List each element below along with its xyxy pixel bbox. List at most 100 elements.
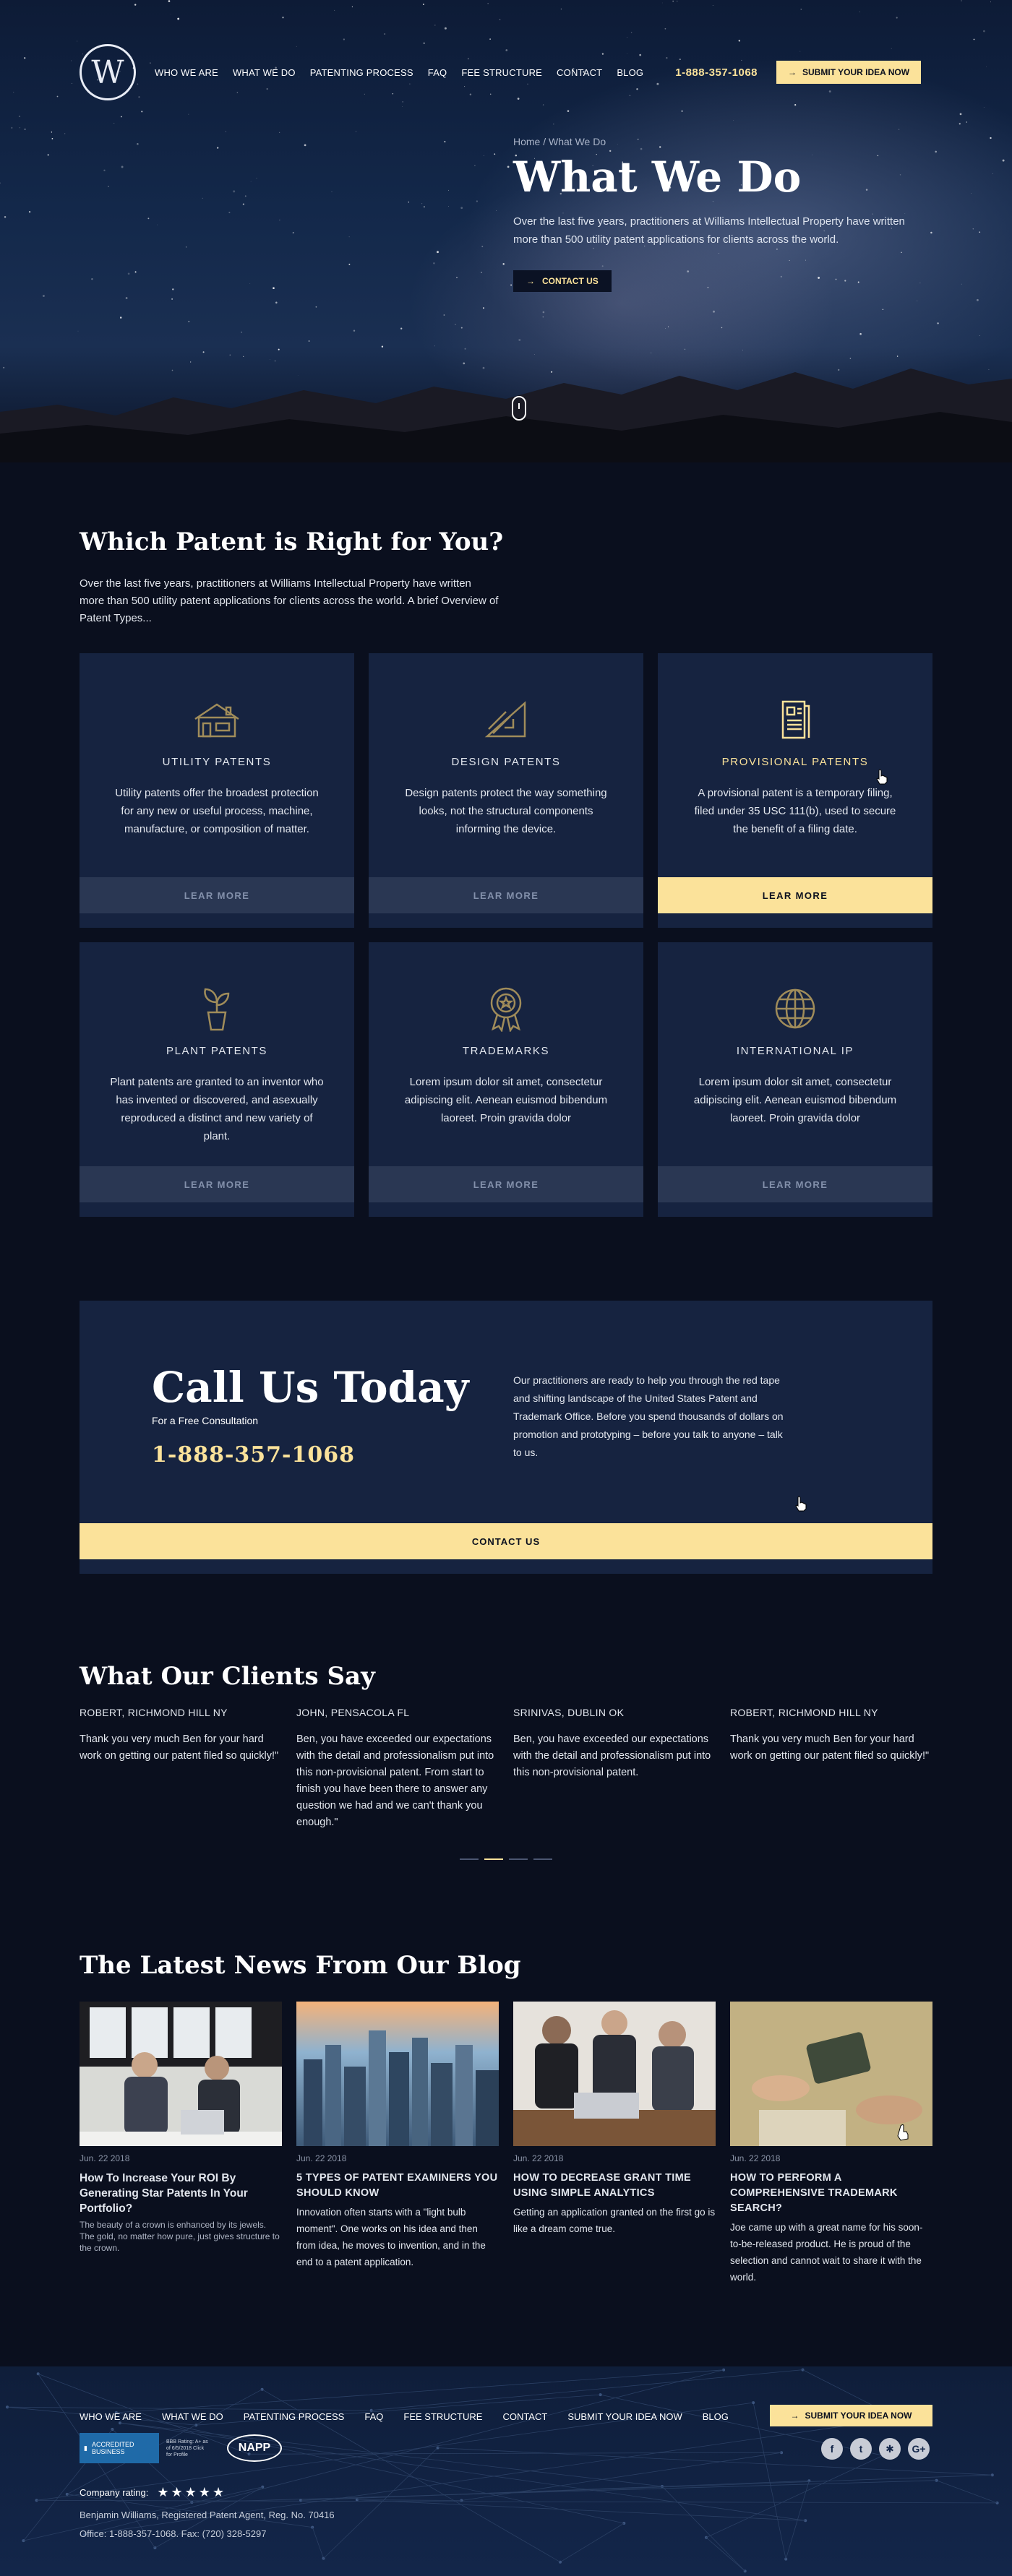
arrow-right-icon: → xyxy=(790,2411,799,2421)
nav-links: WHO WE ARE WHAT WE DO PATENTING PROCESS … xyxy=(155,67,643,78)
nav-link-patenting-process[interactable]: PATENTING PROCESS xyxy=(310,67,413,78)
blog-post[interactable]: Jun. 22 2018 5 TYPES OF PATENT EXAMINERS… xyxy=(296,2002,499,2286)
card-text: Plant patents are granted to an inventor… xyxy=(110,1076,324,1142)
card-text: Utility patents offer the broadest prote… xyxy=(115,787,319,835)
breadcrumb[interactable]: Home / What We Do xyxy=(513,136,932,147)
testimonials-list: ROBERT, RICHMOND HILL NY Thank you very … xyxy=(80,1707,932,1831)
submit-idea-button[interactable]: → SUBMIT YOUR IDEA NOW xyxy=(776,61,922,84)
patent-card[interactable]: DESIGN PATENTS Design patents protect th… xyxy=(369,653,643,928)
scroll-mouse-icon[interactable] xyxy=(512,396,526,421)
nav-link-who-we-are[interactable]: WHO WE ARE xyxy=(155,67,218,78)
section-title: Which Patent is Right for You? xyxy=(80,527,504,556)
footer-link-faq[interactable]: FAQ xyxy=(364,2411,383,2422)
napp-logo[interactable]: NAPP xyxy=(227,2434,282,2462)
google-plus-icon[interactable]: G+ xyxy=(908,2438,930,2460)
carousel-dot[interactable] xyxy=(509,1858,528,1860)
blog-title[interactable]: 5 TYPES OF PATENT EXAMINERS YOU SHOULD K… xyxy=(296,2171,499,2201)
patent-card[interactable]: PROVISIONAL PATENTS A provisional patent… xyxy=(658,653,932,928)
footer-link-fee-structure[interactable]: FEE STRUCTURE xyxy=(403,2411,482,2422)
logo[interactable]: W xyxy=(80,44,136,100)
company-rating: Company rating: ★★★★★ xyxy=(80,2485,226,2500)
contact-info: Office: 1-888-357-1068. Fax: (720) 328-5… xyxy=(80,2528,267,2539)
blog-image-hands-tablet[interactable] xyxy=(730,2002,932,2146)
rating-stars: ★★★★★ xyxy=(157,2485,227,2499)
learn-more-button[interactable]: LEAR MORE xyxy=(80,877,354,913)
hero-subtitle: Over the last five years, practitioners … xyxy=(513,215,905,246)
footer-link-patenting-process[interactable]: PATENTING PROCESS xyxy=(244,2411,345,2422)
testimonial-author: SRINIVAS, DUBLIN OK xyxy=(513,1707,625,1718)
patent-card[interactable]: UTILITY PATENTS Utility patents offer th… xyxy=(80,653,354,928)
card-title: PLANT PATENTS xyxy=(166,1045,267,1057)
patent-card[interactable]: INTERNATIONAL IP Lorem ipsum dolor sit a… xyxy=(658,942,932,1217)
blog-title[interactable]: How To Increase Your ROI By Generating S… xyxy=(80,2171,282,2216)
footer-link-who-we-are[interactable]: WHO WE ARE xyxy=(80,2411,142,2422)
twitter-icon[interactable]: t xyxy=(850,2438,872,2460)
learn-more-button[interactable]: LEAR MORE xyxy=(658,1166,932,1202)
nav-link-blog[interactable]: BLOG xyxy=(617,67,643,78)
carousel-dot[interactable] xyxy=(460,1858,479,1860)
blog-title[interactable]: HOW TO PERFORM A COMPREHENSIVE TRADEMARK… xyxy=(730,2171,932,2216)
contact-us-button[interactable]: CONTACT US xyxy=(80,1523,932,1559)
nav-link-contact[interactable]: CONTACT xyxy=(557,67,602,78)
blog-post[interactable]: Jun. 22 2018 HOW TO PERFORM A COMPREHENS… xyxy=(730,2002,932,2286)
learn-more-button[interactable]: LEAR MORE xyxy=(658,877,932,913)
footer-link-submit-idea[interactable]: SUBMIT YOUR IDEA NOW xyxy=(567,2411,682,2422)
agent-info: Benjamin Williams, Registered Patent Age… xyxy=(80,2510,335,2520)
patent-card[interactable]: PLANT PATENTS Plant patents are granted … xyxy=(80,942,354,1217)
hero-content: Home / What We Do What We Do Over the la… xyxy=(513,136,932,292)
yelp-icon[interactable]: ✱ xyxy=(879,2438,901,2460)
facebook-icon[interactable]: f xyxy=(821,2438,843,2460)
badges: ▮ ACCREDITED BUSINESS BBB Rating: A+ as … xyxy=(80,2433,282,2463)
testimonial-quote: Thank you very much Ben for your hard wo… xyxy=(730,1733,930,1762)
card-title: TRADEMARKS xyxy=(462,1045,550,1057)
card-title: UTILITY PATENTS xyxy=(162,756,272,768)
patent-card[interactable]: TRADEMARKS Lorem ipsum dolor sit amet, c… xyxy=(369,942,643,1217)
footer-nav: WHO WE ARE WHAT WE DO PATENTING PROCESS … xyxy=(80,2411,729,2422)
blog-excerpt: Innovation often starts with a "light bu… xyxy=(296,2207,486,2267)
blog-post[interactable]: Jun. 22 2018 HOW TO DECREASE GRANT TIME … xyxy=(513,2002,716,2286)
blog-excerpt: Joe came up with a great name for his so… xyxy=(730,2222,923,2283)
document-icon xyxy=(769,698,821,741)
bbb-rating-text: BBB Rating: A+ as of 6/5/2018 Click for … xyxy=(166,2439,208,2457)
card-text: Lorem ipsum dolor sit amet, consectetur … xyxy=(693,1076,897,1124)
blog-section: The Latest News From Our Blog Jun. 22 20… xyxy=(80,1951,932,2286)
footer-link-contact[interactable]: CONTACT xyxy=(502,2411,547,2422)
blog-date: Jun. 22 2018 xyxy=(513,2153,564,2163)
testimonial: ROBERT, RICHMOND HILL NY Thank you very … xyxy=(80,1707,282,1831)
nav-link-what-we-do[interactable]: WHAT WE DO xyxy=(233,67,296,78)
nav-link-faq[interactable]: FAQ xyxy=(428,67,447,78)
learn-more-button[interactable]: LEAR MORE xyxy=(80,1166,354,1202)
blog-post[interactable]: Jun. 22 2018 How To Increase Your ROI By… xyxy=(80,2002,282,2286)
learn-more-button[interactable]: LEAR MORE xyxy=(369,877,643,913)
blog-excerpt: The beauty of a crown is enhanced by its… xyxy=(80,2220,280,2253)
blog-image-city[interactable] xyxy=(296,2002,499,2146)
footer-link-what-we-do[interactable]: WHAT WE DO xyxy=(162,2411,223,2422)
plant-icon xyxy=(191,987,243,1031)
bbb-badge[interactable]: ▮ ACCREDITED BUSINESS xyxy=(80,2433,159,2463)
arrow-right-icon: → xyxy=(526,275,535,286)
blog-title[interactable]: HOW TO DECREASE GRANT TIME USING SIMPLE … xyxy=(513,2171,716,2201)
learn-more-button[interactable]: LEAR MORE xyxy=(369,1166,643,1202)
bbb-seal-label: ACCREDITED BUSINESS xyxy=(91,2441,134,2455)
card-text: Lorem ipsum dolor sit amet, consectetur … xyxy=(404,1076,608,1124)
contact-us-label: CONTACT US xyxy=(542,275,599,286)
nav-link-fee-structure[interactable]: FEE STRUCTURE xyxy=(461,67,542,78)
testimonial: SRINIVAS, DUBLIN OK Ben, you have exceed… xyxy=(513,1707,716,1831)
testimonial: ROBERT, RICHMOND HILL NY Thank you very … xyxy=(730,1707,932,1831)
constellation-pattern xyxy=(6,2368,999,2573)
call-phone[interactable]: 1-888-357-1068 xyxy=(152,1442,355,1468)
footer-submit-idea-button[interactable]: → SUBMIT YOUR IDEA NOW xyxy=(770,2405,932,2426)
blog-image-meeting[interactable] xyxy=(513,2002,716,2146)
footer-link-blog[interactable]: BLOG xyxy=(703,2411,729,2422)
house-icon xyxy=(191,698,243,741)
section-title: What Our Clients Say xyxy=(80,1662,375,1691)
contact-us-button[interactable]: → CONTACT US xyxy=(513,270,612,292)
carousel-dots xyxy=(80,1858,932,1860)
blog-image-office[interactable] xyxy=(80,2002,282,2146)
testimonial-author: ROBERT, RICHMOND HILL NY xyxy=(730,1707,878,1718)
logo-letter: W xyxy=(91,53,124,91)
nav-phone[interactable]: 1-888-357-1068 xyxy=(675,66,758,79)
award-badge-icon xyxy=(480,987,532,1032)
carousel-dot-active[interactable] xyxy=(484,1858,503,1860)
carousel-dot[interactable] xyxy=(533,1858,552,1860)
